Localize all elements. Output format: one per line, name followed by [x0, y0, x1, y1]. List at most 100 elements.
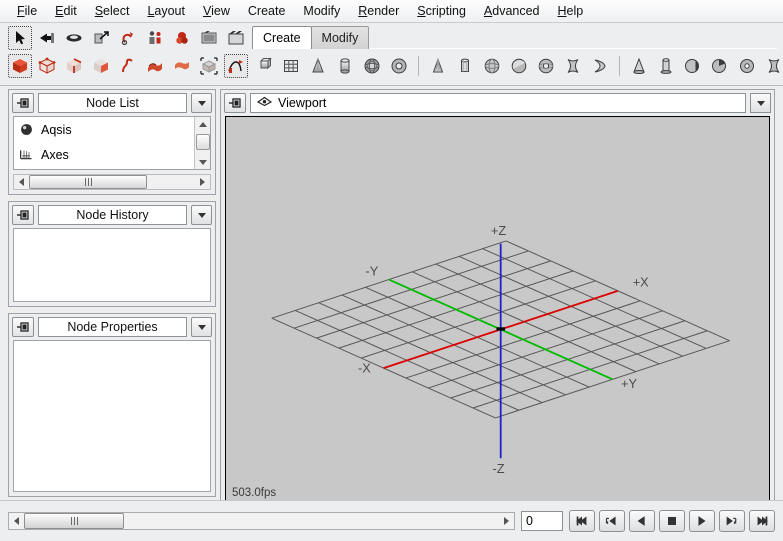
node-list-horizontal-scrollbar[interactable]	[13, 174, 211, 190]
select-lines-button[interactable]	[62, 54, 86, 78]
menu-item-scripting[interactable]: Scripting	[408, 1, 475, 21]
pin-icon[interactable]	[12, 205, 34, 225]
menu-item-render[interactable]: Render	[349, 1, 408, 21]
step-back-loop-icon	[604, 513, 620, 529]
blobby-hyperboloid-button[interactable]	[762, 54, 783, 78]
grid-button[interactable]	[279, 54, 303, 78]
select-patches-icon	[146, 57, 164, 75]
render-preview-button[interactable]	[170, 26, 194, 50]
parent-tool-button[interactable]	[143, 26, 167, 50]
play-loop-button[interactable]	[719, 510, 745, 532]
blobby-sphere-button[interactable]	[681, 54, 705, 78]
menu-item-layout[interactable]: Layout	[138, 1, 194, 21]
viewport-title-field[interactable]: Viewport	[250, 93, 746, 113]
forward-to-end-button[interactable]	[749, 510, 775, 532]
blobby-cone-button[interactable]	[627, 54, 651, 78]
menu-item-create[interactable]: Create	[239, 1, 295, 21]
select-all-button[interactable]	[197, 54, 221, 78]
select-faces-button[interactable]	[89, 54, 113, 78]
aqsis-render-engine-icon	[19, 122, 34, 137]
blobby-cylinder-button[interactable]	[654, 54, 678, 78]
scroll-left-button[interactable]	[14, 175, 29, 189]
play-reverse-loop-button[interactable]	[599, 510, 625, 532]
node-list-title[interactable]: Node List	[38, 93, 187, 113]
viewport-3d-scene[interactable]: +X -X +Y -Y +Z -Z	[226, 117, 769, 503]
scroll-right-button[interactable]	[195, 175, 210, 189]
play-button[interactable]	[689, 510, 715, 532]
timeline-scrollbar[interactable]	[8, 512, 515, 530]
blobby-ellipsoid-button[interactable]	[708, 54, 732, 78]
timeline-scroll-left-button[interactable]	[9, 514, 24, 528]
triangle-down-icon	[198, 159, 207, 165]
scrollbar-thumb[interactable]	[195, 134, 210, 150]
menu-item-help[interactable]: Help	[549, 1, 593, 21]
cone-button[interactable]	[306, 54, 330, 78]
scrollbar-thumb[interactable]	[29, 175, 147, 189]
sphere-button[interactable]	[360, 54, 384, 78]
scroll-down-button[interactable]	[195, 155, 210, 169]
polycylinder-button[interactable]	[453, 54, 477, 78]
origin-marker	[496, 327, 505, 331]
frame-number-input[interactable]: 0	[521, 511, 563, 531]
pin-icon[interactable]	[224, 93, 246, 113]
node-history-body[interactable]	[13, 228, 211, 302]
menu-item-file[interactable]: File	[8, 1, 46, 21]
menu-item-edit[interactable]: Edit	[46, 1, 86, 21]
polytorus-icon	[537, 57, 555, 75]
polytorus-button[interactable]	[534, 54, 558, 78]
cylinder-button[interactable]	[333, 54, 357, 78]
timeline-scroll-right-button[interactable]	[499, 514, 514, 528]
node-history-panel: Node History	[8, 201, 216, 307]
polycone-button[interactable]	[426, 54, 450, 78]
stop-button[interactable]	[659, 510, 685, 532]
timeline-track[interactable]	[24, 513, 499, 529]
menu-item-select[interactable]: Select	[86, 1, 139, 21]
triangle-left-icon	[14, 517, 19, 525]
select-nodes-button[interactable]	[8, 54, 32, 78]
select-arrow-button[interactable]	[8, 26, 32, 50]
pin-icon[interactable]	[12, 93, 34, 113]
scrollbar-track[interactable]	[29, 175, 195, 189]
play-reverse-button[interactable]	[629, 510, 655, 532]
torus-button[interactable]	[387, 54, 411, 78]
viewport-dropdown[interactable]	[750, 93, 771, 113]
timeline-thumb[interactable]	[24, 513, 124, 529]
move-tool-button[interactable]	[35, 26, 59, 50]
viewport-canvas[interactable]: +X -X +Y -Y +Z -Z 503.0fps	[225, 116, 770, 505]
menu-item-advanced[interactable]: Advanced	[475, 1, 549, 21]
tab-create[interactable]: Create	[252, 26, 312, 49]
select-points-button[interactable]	[35, 54, 59, 78]
paraboloid-button[interactable]	[588, 54, 612, 78]
node-history-dropdown[interactable]	[191, 205, 212, 225]
disk-button[interactable]	[507, 54, 531, 78]
rewind-to-start-button[interactable]	[569, 510, 595, 532]
menu-bar: File Edit Select Layout View Create Modify Rend…	[0, 0, 783, 23]
snap-tool-button[interactable]	[116, 26, 140, 50]
select-curves-button[interactable]	[116, 54, 140, 78]
menu-item-view[interactable]: View	[194, 1, 239, 21]
select-patches-button[interactable]	[143, 54, 167, 78]
cube-button[interactable]	[252, 54, 276, 78]
node-properties-dropdown[interactable]	[191, 317, 212, 337]
select-surfaces-button[interactable]	[170, 54, 194, 78]
blobby-torus-button[interactable]	[735, 54, 759, 78]
node-properties-title[interactable]: Node Properties	[38, 317, 187, 337]
polysphere-button[interactable]	[480, 54, 504, 78]
render-frame-button[interactable]	[197, 26, 221, 50]
hyperboloid-button[interactable]	[561, 54, 585, 78]
scale-tool-button[interactable]	[89, 26, 113, 50]
render-animation-button[interactable]	[224, 26, 248, 50]
node-properties-body[interactable]	[13, 340, 211, 492]
node-list-item-aqsis[interactable]: Aqsis	[14, 117, 195, 142]
scroll-up-button[interactable]	[195, 117, 210, 131]
node-list-item-axes[interactable]: Axes	[14, 142, 195, 167]
node-history-title[interactable]: Node History	[38, 205, 187, 225]
node-list-vertical-scrollbar[interactable]	[194, 117, 210, 169]
render-animation-icon	[227, 29, 245, 47]
node-list-dropdown[interactable]	[191, 93, 212, 113]
rotate-tool-button[interactable]	[62, 26, 86, 50]
select-invert-button[interactable]	[224, 54, 248, 78]
menu-item-modify[interactable]: Modify	[294, 1, 349, 21]
tab-modify[interactable]: Modify	[310, 26, 370, 49]
pin-icon[interactable]	[12, 317, 34, 337]
